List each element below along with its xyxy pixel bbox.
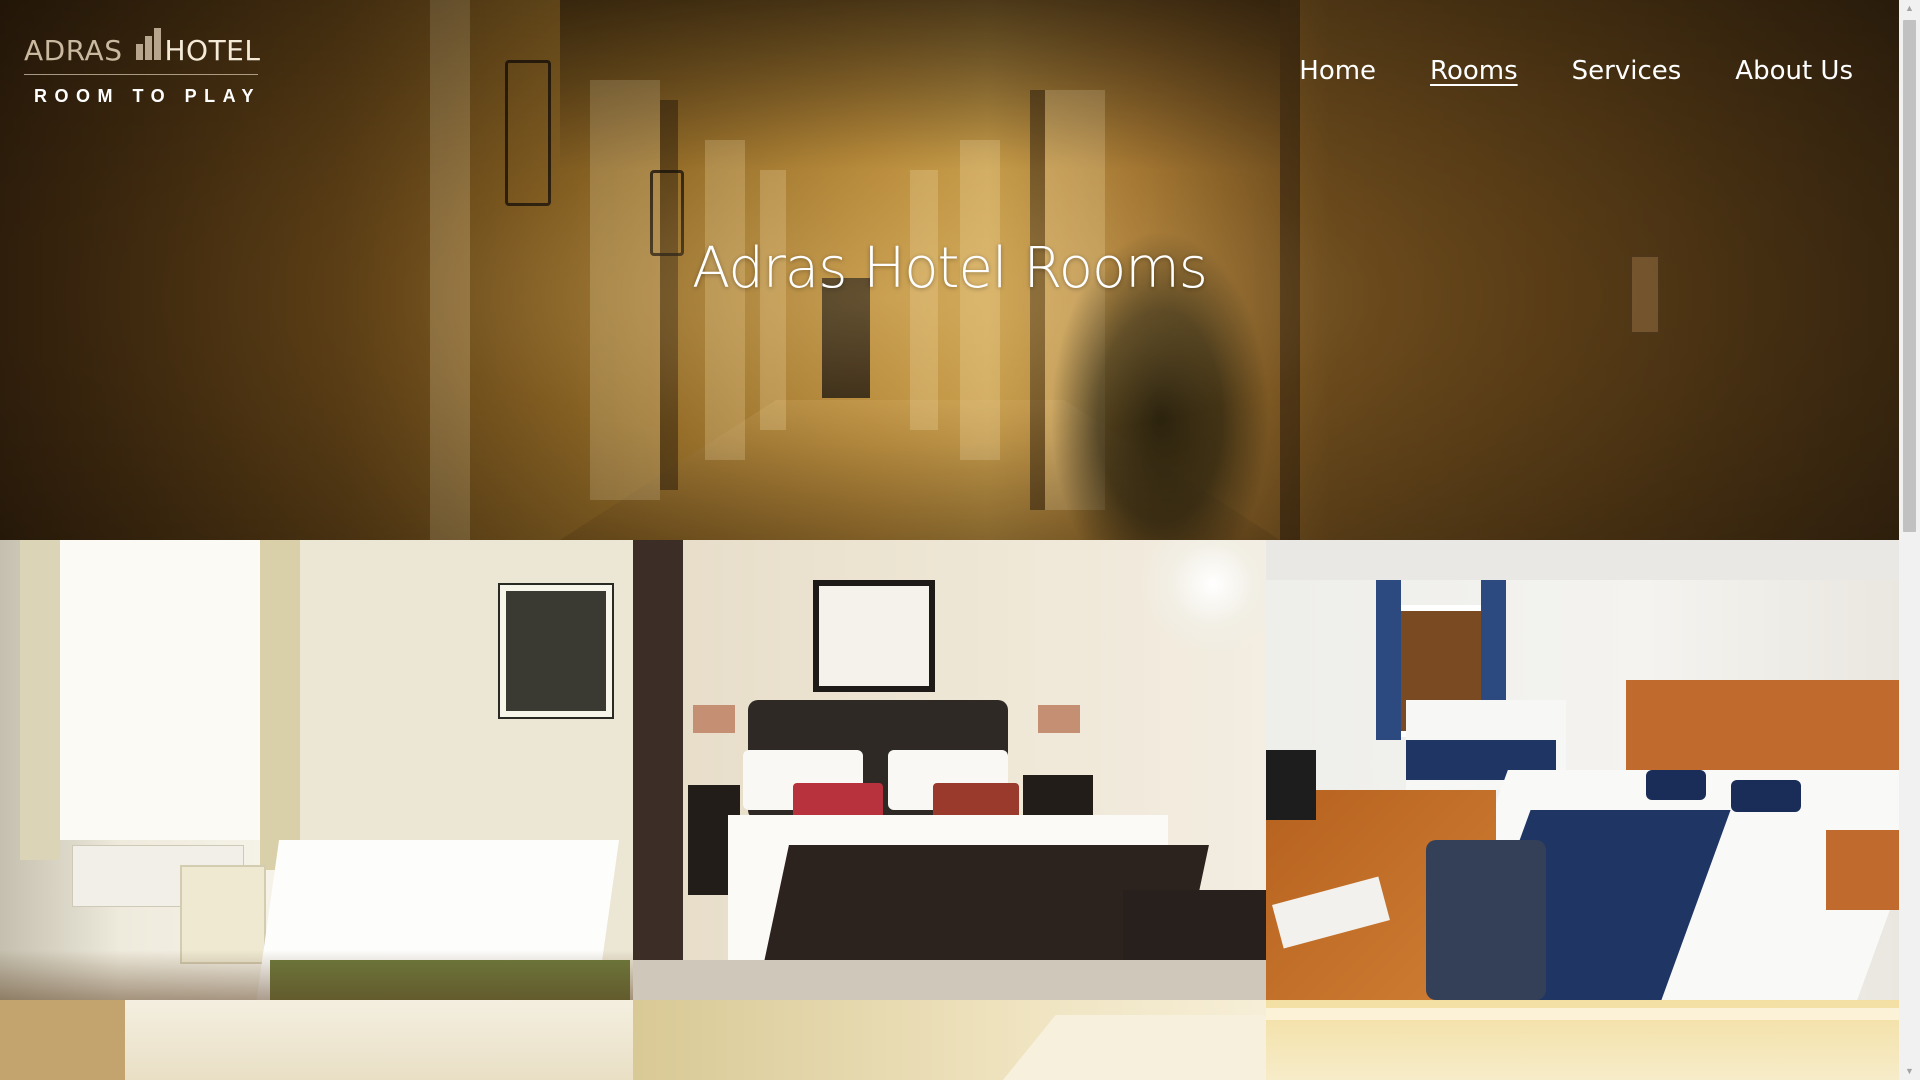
room-photo-4[interactable] [0, 1000, 633, 1080]
dark-curtain [633, 540, 683, 1000]
hero-banner: ADRAS HOTEL ROOM TO PLAY Home Rooms Servi… [0, 0, 1899, 540]
logo-word-hotel: HOTEL [164, 34, 261, 67]
room-photo-twin[interactable] [1266, 540, 1899, 1000]
curtain-left [20, 540, 60, 860]
room-wall [125, 1000, 633, 1080]
logo-bars-icon [136, 26, 174, 60]
curtain-right [260, 540, 300, 870]
lamp-shade [693, 705, 735, 733]
lamp-shade [1038, 705, 1080, 733]
framed-picture [500, 585, 612, 717]
logo-word-adras: ADRAS [24, 34, 123, 67]
page: ADRAS HOTEL ROOM TO PLAY Home Rooms Servi… [0, 0, 1899, 1080]
page-title: Adras Hotel Rooms [692, 236, 1208, 301]
logo-divider [24, 74, 258, 75]
framed-photo [813, 580, 935, 692]
door-frame [0, 1000, 125, 1080]
nightstand [1826, 830, 1899, 910]
scroll-up-arrow-icon[interactable]: ▲ [1899, 0, 1920, 17]
page-scrollbar[interactable]: ▲ ▼ [1899, 0, 1920, 1080]
navy-cushion [1731, 780, 1801, 812]
room-photo-5[interactable] [633, 1000, 1266, 1080]
room-photo-single[interactable] [0, 540, 633, 1000]
scroll-down-arrow-icon[interactable]: ▼ [1899, 1063, 1920, 1080]
orchid-flowers [1133, 540, 1266, 650]
room-photo-6[interactable] [1266, 1000, 1899, 1080]
tv [1266, 750, 1316, 820]
room-photo-double[interactable] [633, 540, 1266, 1000]
nav-about-us-link[interactable]: About Us [1735, 56, 1853, 86]
carpet [633, 960, 1266, 1000]
nav-home-link[interactable]: Home [1299, 56, 1376, 86]
wood-floor [0, 950, 633, 1000]
ceiling-molding [1266, 1008, 1899, 1020]
scrollbar-thumb[interactable] [1903, 20, 1916, 532]
nav-rooms-link[interactable]: Rooms [1430, 56, 1518, 86]
window [60, 540, 260, 840]
hotel-logo[interactable]: ADRAS HOTEL ROOM TO PLAY [24, 24, 264, 110]
ceiling [1266, 540, 1899, 580]
navy-cushion [1646, 770, 1706, 800]
logo-tagline: ROOM TO PLAY [34, 86, 262, 106]
chair [1426, 840, 1546, 1000]
nav-services-link[interactable]: Services [1572, 56, 1682, 86]
curtain-left [1376, 580, 1401, 740]
main-nav: Home Rooms Services About Us [1245, 56, 1853, 86]
